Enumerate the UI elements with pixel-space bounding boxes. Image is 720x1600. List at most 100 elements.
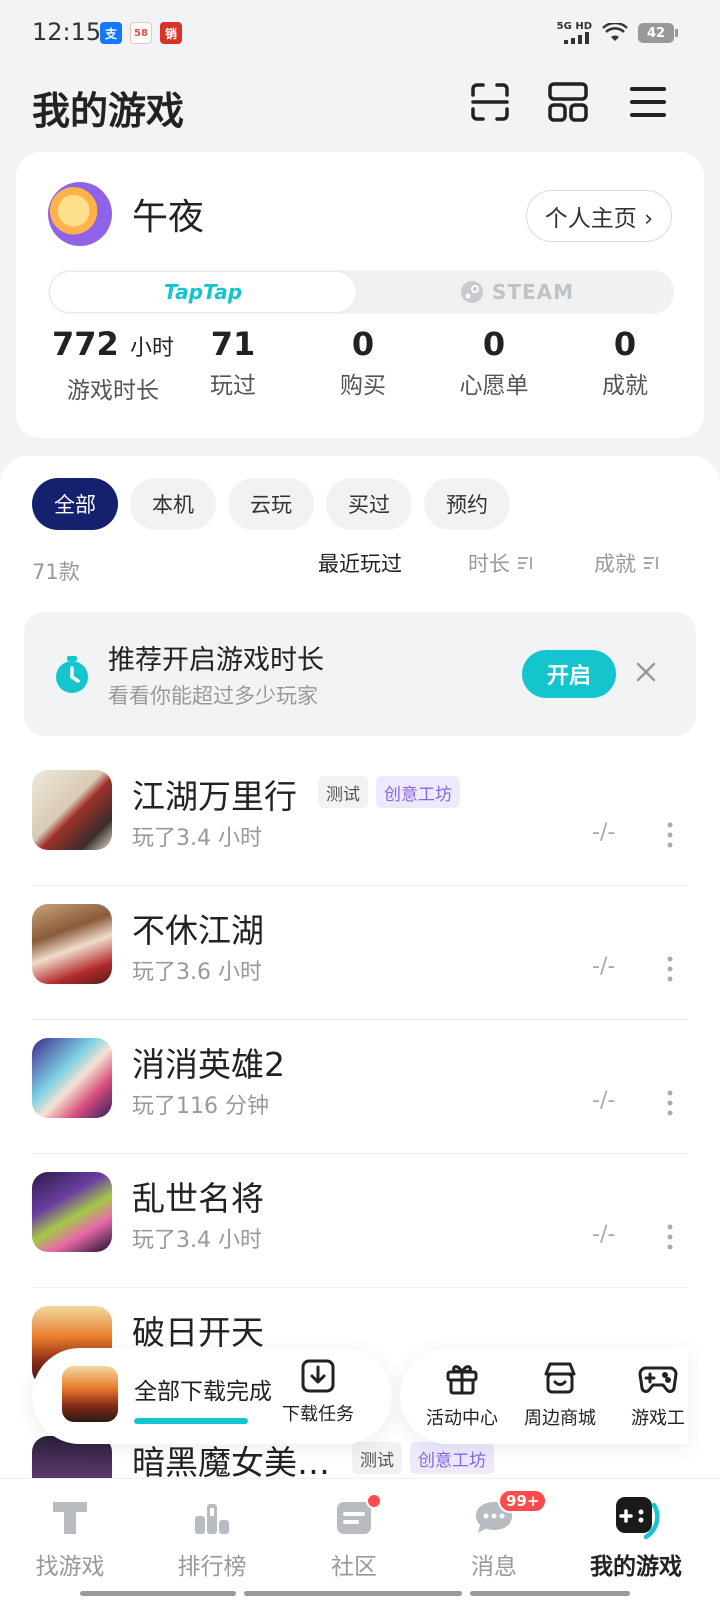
tab-steam[interactable]: STEAM [364,272,670,312]
status-time: 12:15 [32,18,102,46]
sort-recent[interactable]: 最近玩过 [318,548,402,578]
avatar[interactable] [48,182,112,246]
notification-dot [366,1493,382,1509]
sort-duration[interactable]: 时长 [468,548,534,578]
game-name: 消消英雄2 [132,1045,285,1084]
test-tag: 测试 [318,776,368,808]
sort-label: 最近玩过 [318,552,402,576]
download-status-text: 全部下载完成 [134,1379,272,1405]
stat-value: 0 [613,325,637,363]
stat-playtime[interactable]: 772 小时 游戏时长 [38,324,188,405]
game-icon [32,904,112,984]
stat-purchased[interactable]: 0 购买 [298,324,428,400]
gift-icon [446,1365,478,1395]
sort-icon [518,557,532,569]
alipay-notification-icon: 支 [100,22,122,44]
nav-community[interactable]: 社区 [284,1491,424,1581]
nav-label: 找游戏 [35,1554,105,1580]
game-icon [32,1172,112,1252]
stat-label: 游戏时长 [67,378,159,404]
nav-rankings[interactable]: 排行榜 [142,1491,282,1581]
workshop-tag: 创意工坊 [376,776,460,808]
stat-label: 成就 [602,373,648,399]
sales-notification-icon: 销 [160,22,182,44]
playtime-tip-banner: 推荐开启游戏时长 看看你能超过多少玩家 开启 [24,612,696,736]
game-playtime: 玩了3.4 小时 [132,826,262,851]
download-tasks-icon [301,1359,335,1393]
nav-messages[interactable]: 99+ 消息 [424,1489,564,1581]
game-row[interactable]: 不休江湖 玩了3.6 小时 -/- [32,886,688,1020]
tip-title: 推荐开启游戏时长 [108,645,324,676]
shortcuts-pill: 活动中心 周边商城 游戏工 [400,1348,688,1444]
game-score: -/- [592,820,616,845]
game-score: -/- [592,1088,616,1113]
more-options-icon[interactable] [662,1224,678,1250]
sort-label: 时长 [468,552,510,576]
game-row[interactable]: 江湖万里行 测试 创意工坊 玩了3.4 小时 -/- [32,752,688,886]
nav-my-games[interactable]: 我的游戏 [566,1491,706,1581]
stat-label: 心愿单 [459,373,529,399]
game-row[interactable]: 消消英雄2 玩了116 分钟 -/- [32,1020,688,1154]
download-game-icon [62,1366,118,1422]
sort-achievements[interactable]: 成就 [594,548,660,578]
shortcut-merch[interactable]: 周边商城 [512,1360,608,1430]
game-playtime: 玩了3.4 小时 [132,1228,262,1253]
stat-achievements[interactable]: 0 成就 [560,324,690,400]
steam-icon [460,281,483,303]
game-name: 不休江湖 [132,911,264,950]
homepage-button[interactable]: 个人主页 › [526,190,672,242]
nickname: 午夜 [132,197,205,238]
filter-cloud[interactable]: 云玩 [228,478,314,530]
shortcut-events[interactable]: 活动中心 [414,1360,510,1430]
menu-icon[interactable] [626,80,670,124]
game-playtime: 玩了116 分钟 [132,1094,269,1119]
layout-grid-icon[interactable] [546,80,590,124]
download-progress-bar [134,1418,248,1424]
message-badge: 99+ [498,1489,548,1513]
enable-playtime-button[interactable]: 开启 [522,650,616,698]
filter-reserved[interactable]: 预约 [424,478,510,530]
tab-taptap[interactable]: TapTap [50,272,356,312]
status-bar: 12:15 支 58 销 5G HD 42 [0,0,720,64]
workshop-tag: 创意工坊 [410,1442,494,1474]
stat-played[interactable]: 71 玩过 [168,324,298,400]
my-games-icon [616,1497,660,1540]
page-title: 我的游戏 [32,89,185,133]
download-task-button[interactable]: 下载任务 [270,1358,366,1426]
game-icon [32,770,112,850]
gesture-bar [80,1591,236,1596]
download-status-pill[interactable]: 全部下载完成 下载任务 [32,1348,392,1444]
tip-subtitle: 看看你能超过多少玩家 [108,684,318,708]
scan-icon[interactable] [468,80,512,124]
more-options-icon[interactable] [662,956,678,982]
status-indicators: 5G HD 42 [557,22,678,44]
signal-icon: 5G HD [557,22,592,44]
game-icon [32,1038,112,1118]
more-options-icon[interactable] [662,822,678,848]
more-options-icon[interactable] [662,1090,678,1116]
stat-value: 71 [210,325,256,363]
test-tag: 测试 [352,1442,402,1474]
game-playtime: 玩了3.6 小时 [132,960,262,985]
gesture-bar [244,1591,462,1596]
network-label: 5G HD [556,21,592,32]
stat-label: 购买 [340,373,386,399]
stat-value: 0 [482,325,506,363]
shortcut-label: 游戏工 [631,1408,685,1429]
shortcut-game-tools[interactable]: 游戏工 [610,1360,688,1430]
nav-find-games[interactable]: 找游戏 [0,1491,140,1581]
nav-label: 排行榜 [177,1554,247,1580]
ranking-icon [195,1504,229,1534]
stat-wishlist[interactable]: 0 心愿单 [429,324,559,400]
game-name: 江湖万里行 [132,777,297,816]
nav-label: 消息 [471,1554,517,1580]
filter-local[interactable]: 本机 [130,478,216,530]
shortcut-label: 活动中心 [426,1408,498,1429]
gesture-bar [470,1591,630,1596]
close-icon[interactable] [632,658,660,686]
game-score: -/- [592,954,616,979]
filter-all[interactable]: 全部 [32,478,118,530]
filter-bought[interactable]: 买过 [326,478,412,530]
game-row[interactable]: 乱世名将 玩了3.4 小时 -/- [32,1154,688,1288]
nav-label: 社区 [331,1554,377,1580]
